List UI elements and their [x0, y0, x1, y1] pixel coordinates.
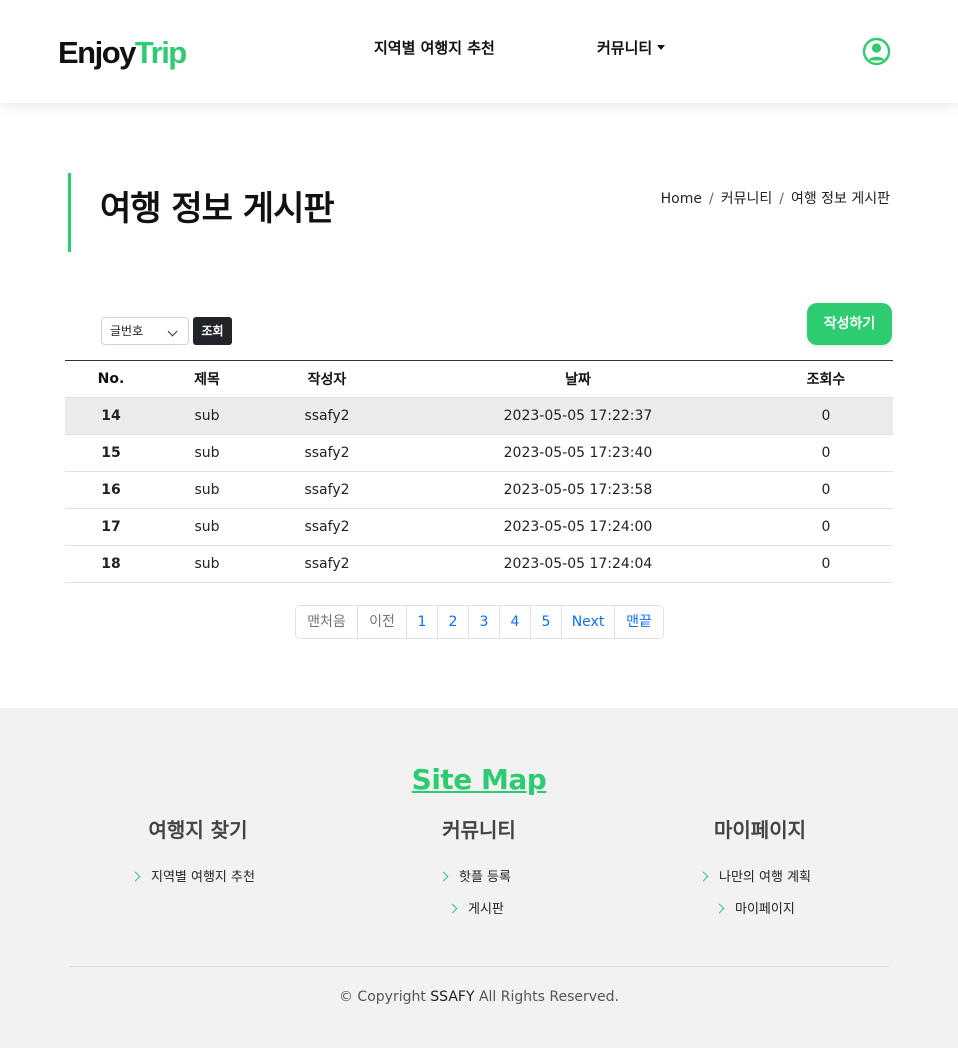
cell-author: ssafy2: [257, 471, 397, 509]
footer-link-label: 핫플 등록: [459, 870, 511, 885]
nav-community-label: 커뮤니티: [597, 39, 653, 57]
page-5[interactable]: 5: [531, 606, 562, 638]
breadcrumb-separator: /: [708, 191, 714, 207]
logo[interactable]: EnjoyTrip: [58, 34, 187, 72]
page-3[interactable]: 3: [469, 606, 500, 638]
copyright-prefix: © Copyright: [338, 989, 431, 1005]
page-title: 여행 정보 게시판: [100, 189, 335, 229]
logo-text-trip: Trip: [134, 35, 187, 70]
footer-link-my-plan[interactable]: 나만의 여행 계획: [698, 868, 811, 888]
pagination: 맨처음 이전 1 2 3 4 5 Next 맨끝: [295, 605, 664, 639]
table-row[interactable]: 15 sub ssafy2 2023-05-05 17:23:40 0: [65, 434, 893, 472]
sitemap-title: Site Map: [411, 763, 547, 796]
header-views: 조회수: [759, 360, 893, 398]
nav-community-dropdown[interactable]: 커뮤니티: [597, 38, 666, 58]
sort-select[interactable]: 글번호: [101, 317, 189, 345]
cell-no: 17: [65, 508, 157, 546]
footer-link-hotplace[interactable]: 핫플 등록: [438, 868, 511, 888]
table-row[interactable]: 14 sub ssafy2 2023-05-05 17:22:37 0: [65, 397, 893, 435]
cell-title[interactable]: sub: [157, 397, 257, 435]
page-1[interactable]: 1: [407, 606, 438, 638]
sort-select-value: 글번호: [110, 324, 144, 338]
breadcrumb: Home / 커뮤니티 / 여행 정보 게시판: [661, 189, 890, 209]
table-header-row: No. 제목 작성자 날짜 조회수: [65, 360, 893, 398]
table-row[interactable]: 16 sub ssafy2 2023-05-05 17:23:58 0: [65, 471, 893, 509]
cell-date: 2023-05-05 17:24:00: [397, 508, 759, 546]
cell-title[interactable]: sub: [157, 434, 257, 472]
caret-down-icon: [657, 45, 666, 50]
cell-author: ssafy2: [257, 434, 397, 472]
header-author: 작성자: [257, 360, 397, 398]
cell-views: 0: [759, 397, 893, 435]
copyright-brand: SSAFY: [430, 989, 475, 1005]
cell-author: ssafy2: [257, 508, 397, 546]
chevron-right-icon: [130, 871, 141, 881]
chevron-right-icon: [714, 903, 725, 913]
cell-title[interactable]: sub: [157, 545, 257, 583]
breadcrumb-current: 여행 정보 게시판: [790, 191, 890, 207]
footer-col-title-community: 커뮤니티: [442, 818, 516, 842]
footer-divider: [69, 966, 889, 967]
cell-views: 0: [759, 508, 893, 546]
footer: Site Map 여행지 찾기 커뮤니티 마이페이지 지역별 여행지 추천 핫플…: [0, 708, 958, 1048]
breadcrumb-separator: /: [779, 191, 784, 207]
table-row[interactable]: 17 sub ssafy2 2023-05-05 17:24:00 0: [65, 508, 893, 546]
breadcrumb-community[interactable]: 커뮤니티: [721, 191, 773, 207]
copyright-suffix: All Rights Reserved.: [474, 989, 619, 1005]
header-date: 날짜: [397, 360, 759, 398]
footer-col-title-mypage: 마이페이지: [714, 818, 806, 842]
cell-views: 0: [759, 471, 893, 509]
chevron-right-icon: [447, 903, 458, 913]
cell-date: 2023-05-05 17:23:58: [397, 471, 759, 509]
logo-text-enjoy: Enjoy: [58, 35, 136, 70]
footer-link-label: 지역별 여행지 추천: [151, 870, 255, 885]
chevron-down-icon: [167, 326, 178, 337]
page-2[interactable]: 2: [438, 606, 469, 638]
breadcrumb-home[interactable]: Home: [661, 191, 702, 207]
page-prev[interactable]: 이전: [358, 606, 407, 638]
page-last[interactable]: 맨끝: [615, 606, 663, 638]
copyright: © Copyright SSAFY All Rights Reserved.: [0, 987, 958, 1007]
page-first[interactable]: 맨처음: [296, 606, 358, 638]
page-4[interactable]: 4: [500, 606, 531, 638]
footer-link-label: 나만의 여행 계획: [719, 870, 811, 885]
cell-date: 2023-05-05 17:23:40: [397, 434, 759, 472]
footer-link-board[interactable]: 게시판: [447, 900, 504, 920]
user-circle-icon[interactable]: [862, 37, 891, 66]
footer-col-title-find: 여행지 찾기: [148, 818, 248, 842]
cell-date: 2023-05-05 17:22:37: [397, 397, 759, 435]
cell-date: 2023-05-05 17:24:04: [397, 545, 759, 583]
cell-no: 18: [65, 545, 157, 583]
cell-views: 0: [759, 545, 893, 583]
search-button[interactable]: 조회: [193, 317, 232, 345]
board-table: No. 제목 작성자 날짜 조회수 14 sub ssafy2 2023-05-…: [65, 360, 893, 583]
table-row[interactable]: 18 sub ssafy2 2023-05-05 17:24:04 0: [65, 545, 893, 583]
header-title: 제목: [157, 360, 257, 398]
cell-author: ssafy2: [257, 397, 397, 435]
cell-no: 14: [65, 397, 157, 435]
cell-views: 0: [759, 434, 893, 472]
nav-region-recommend[interactable]: 지역별 여행지 추천: [374, 38, 495, 58]
cell-no: 16: [65, 471, 157, 509]
footer-link-mypage[interactable]: 마이페이지: [714, 900, 795, 920]
footer-link-label: 마이페이지: [735, 902, 795, 917]
page-next[interactable]: Next: [562, 606, 615, 638]
cell-title[interactable]: sub: [157, 508, 257, 546]
chevron-right-icon: [438, 871, 449, 881]
title-accent-bar: [68, 173, 71, 252]
top-navbar: EnjoyTrip 지역별 여행지 추천 커뮤니티: [0, 0, 958, 103]
chevron-right-icon: [698, 871, 709, 881]
cell-no: 15: [65, 434, 157, 472]
cell-author: ssafy2: [257, 545, 397, 583]
header-no: No.: [65, 360, 157, 398]
footer-link-label: 게시판: [468, 902, 504, 917]
write-post-button[interactable]: 작성하기: [807, 303, 892, 345]
cell-title[interactable]: sub: [157, 471, 257, 509]
footer-link-region-recommend[interactable]: 지역별 여행지 추천: [130, 868, 255, 888]
